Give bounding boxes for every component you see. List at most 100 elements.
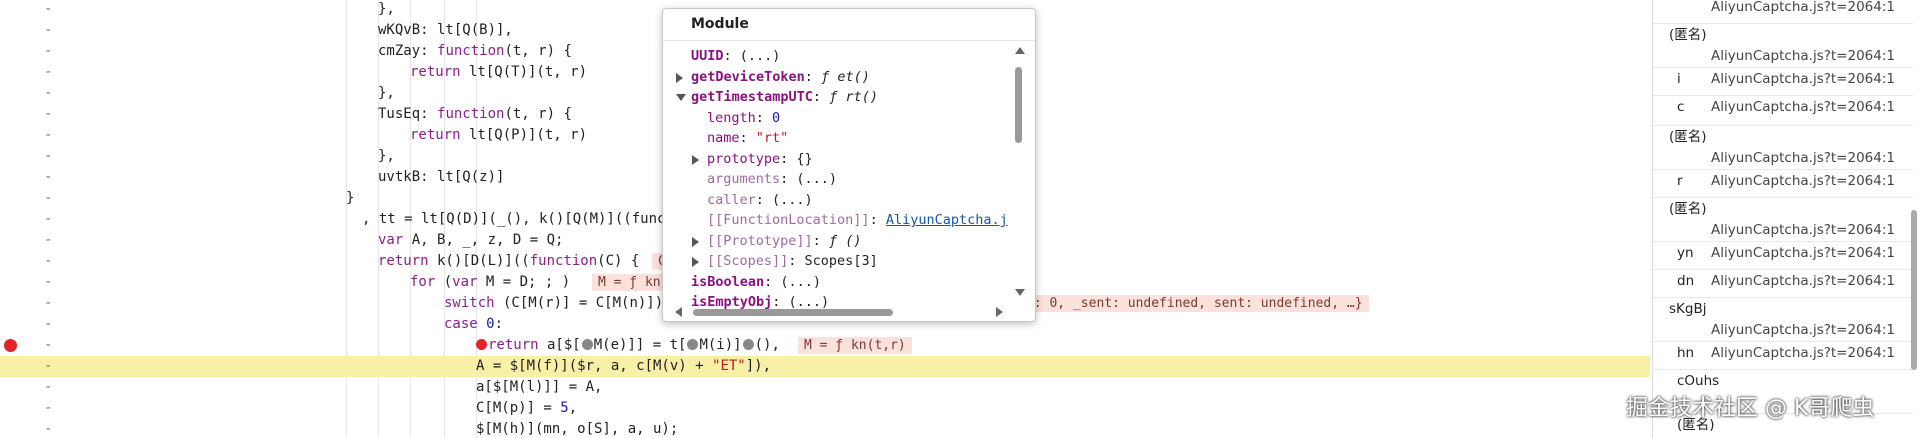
line-gutter-marker[interactable]: - [44, 188, 58, 209]
property-row[interactable]: caller: (...) [663, 190, 1008, 210]
line-gutter-marker[interactable]: - [44, 83, 58, 104]
code-line[interactable]: - a[$[M(l)]] = A, [0, 377, 1650, 398]
line-gutter-marker[interactable]: - [44, 356, 58, 377]
scroll-up-arrow-icon[interactable] [1015, 47, 1025, 54]
call-frame-divider [1653, 23, 1913, 24]
property-row[interactable]: UUID: (...) [663, 46, 1008, 66]
call-frame[interactable]: c AliyunCaptcha.js?t=2064:1 [1653, 96, 1913, 118]
call-frame[interactable]: (匿名) AliyunCaptcha.js?t=2064:1 [1653, 198, 1913, 242]
scroll-down-arrow-icon[interactable] [1015, 289, 1025, 296]
code-line[interactable]: - C[M(p)] = 5, [0, 398, 1650, 419]
call-frame[interactable]: AliyunCaptcha.js?t=2064:1 [1653, 0, 1913, 18]
line-gutter-marker[interactable]: - [44, 377, 58, 398]
property-separator: : [780, 171, 797, 187]
inline-breakpoint-inactive-icon[interactable] [581, 339, 593, 350]
scroll-left-arrow-icon[interactable] [675, 307, 682, 317]
code-line[interactable]: - A = $[M(f)]($r, a, c[M(v) + "ET"]), [0, 356, 1650, 377]
property-row[interactable]: prototype: {} [663, 149, 1008, 169]
call-frame-divider [1653, 169, 1913, 170]
line-gutter-marker[interactable]: - [44, 20, 58, 41]
property-name: getTimestampUTC [691, 89, 813, 105]
line-gutter-marker[interactable]: - [44, 272, 58, 293]
breakpoint-icon[interactable] [4, 339, 17, 352]
call-frame[interactable]: sKgBj AliyunCaptcha.js?t=2064:1 [1653, 298, 1913, 342]
line-gutter-marker[interactable]: - [44, 62, 58, 83]
call-frame[interactable]: (匿名) AliyunCaptcha.js?t=2064:1 [1653, 24, 1913, 68]
property-name: name [707, 130, 740, 146]
property-row[interactable]: length: 0 [663, 108, 1008, 128]
line-gutter-marker[interactable]: - [44, 0, 58, 20]
horizontal-scrollbar-thumb[interactable] [693, 309, 893, 316]
call-stack-panel[interactable]: AliyunCaptcha.js?t=2064:1 (匿名) AliyunCaptc… [1652, 0, 1920, 438]
code-text: }, [378, 148, 395, 164]
call-stack-scrollbar[interactable] [1911, 210, 1917, 370]
line-gutter-marker[interactable]: - [44, 419, 58, 438]
code-text: switch (C[M(r)] = C[M(n)]) [444, 295, 664, 311]
property-row[interactable]: [[FunctionLocation]]: AliyunCaptcha.j [663, 210, 1008, 230]
property-row[interactable]: name: "rt" [663, 128, 1008, 148]
inline-value-preview[interactable]: M = ƒ kn(t,r) [798, 337, 912, 354]
line-gutter-marker[interactable]: - [44, 398, 58, 419]
property-row[interactable]: arguments: (...) [663, 169, 1008, 189]
property-separator: : [780, 150, 797, 167]
scroll-right-arrow-icon[interactable] [996, 307, 1003, 317]
call-frame[interactable]: hn AliyunCaptcha.js?t=2064:1 [1653, 342, 1913, 364]
line-gutter-marker[interactable]: - [44, 41, 58, 62]
call-frame[interactable]: yn AliyunCaptcha.js?t=2064:1 [1653, 242, 1913, 264]
call-frame-location: AliyunCaptcha.js?t=2064:1 [1711, 245, 1895, 261]
property-row[interactable]: getTimestampUTC: ƒ rt() [663, 87, 1008, 107]
inline-breakpoint-inactive-icon[interactable] [687, 339, 699, 350]
code-line[interactable]: - $[M(h)](mn, o[S], a, u); [0, 419, 1650, 438]
property-row[interactable]: isBoolean: (...) [663, 272, 1008, 292]
line-gutter-marker[interactable]: - [44, 209, 58, 230]
expand-triangle-icon[interactable] [676, 72, 683, 83]
line-gutter-marker[interactable]: - [44, 230, 58, 251]
property-name: prototype [707, 150, 781, 167]
code-text: C[M(p)] = 5, [476, 400, 578, 416]
inline-breakpoint-inactive-icon[interactable] [742, 339, 754, 350]
property-name: length [707, 109, 756, 126]
property-row[interactable]: [[Scopes]]: Scopes[3] [663, 251, 1008, 271]
property-value: (...) [772, 191, 813, 208]
call-frame-divider [1653, 67, 1913, 68]
expand-triangle-icon[interactable] [692, 236, 699, 247]
line-gutter-marker[interactable]: - [44, 167, 58, 188]
object-preview-popover[interactable]: Module UUID: (...) getDeviceToken: ƒ et()… [662, 8, 1036, 322]
call-frame[interactable]: cOuhs [1653, 370, 1913, 392]
collapse-triangle-icon[interactable] [676, 94, 686, 101]
line-gutter-marker[interactable]: - [44, 335, 58, 356]
call-frame-name: sKgBj [1669, 301, 1707, 317]
property-separator: : [764, 273, 781, 290]
line-gutter-marker[interactable]: - [44, 104, 58, 125]
call-frame-divider [1653, 95, 1913, 96]
vertical-scrollbar-thumb[interactable] [1015, 67, 1022, 143]
property-separator: : [788, 253, 805, 269]
expand-triangle-icon[interactable] [692, 257, 699, 267]
property-name: UUID [691, 48, 724, 64]
call-frame-name: dn [1677, 273, 1695, 289]
function-location-link[interactable]: AliyunCaptcha.j [886, 212, 1008, 228]
property-row[interactable]: getDeviceToken: ƒ et() [663, 67, 1008, 87]
call-frame-divider [1653, 197, 1913, 198]
call-frame[interactable]: (匿名) AliyunCaptcha.js?t=2064:1 [1653, 126, 1913, 170]
line-gutter-marker[interactable]: - [44, 314, 58, 335]
call-frame-name: r [1677, 173, 1683, 189]
code-text: uvtkB: lt[Q(z)] [378, 169, 505, 185]
call-frame-location: AliyunCaptcha.js?t=2064:1 [1711, 345, 1895, 361]
property-separator: : [772, 294, 789, 310]
call-frame-divider [1653, 369, 1913, 370]
call-frame[interactable]: dn AliyunCaptcha.js?t=2064:1 [1653, 270, 1913, 292]
line-gutter-marker[interactable]: - [44, 251, 58, 272]
line-gutter-marker[interactable]: - [44, 146, 58, 167]
inline-value-preview[interactable]: t: 0, _sent: undefined, sent: undefined,… [1020, 295, 1369, 312]
line-gutter-marker[interactable]: - [44, 125, 58, 146]
line-gutter-marker[interactable]: - [44, 293, 58, 314]
call-frame[interactable]: r AliyunCaptcha.js?t=2064:1 [1653, 170, 1913, 192]
property-row[interactable]: [[Prototype]]: ƒ () [663, 231, 1008, 251]
property-name: isEmptyObj [691, 294, 773, 310]
call-frame-divider [1653, 125, 1913, 126]
call-frame-name: (匿名) [1669, 27, 1707, 43]
inline-breakpoint-icon[interactable] [476, 339, 487, 350]
expand-triangle-icon[interactable] [692, 154, 699, 165]
call-frame[interactable]: i AliyunCaptcha.js?t=2064:1 [1653, 68, 1913, 90]
